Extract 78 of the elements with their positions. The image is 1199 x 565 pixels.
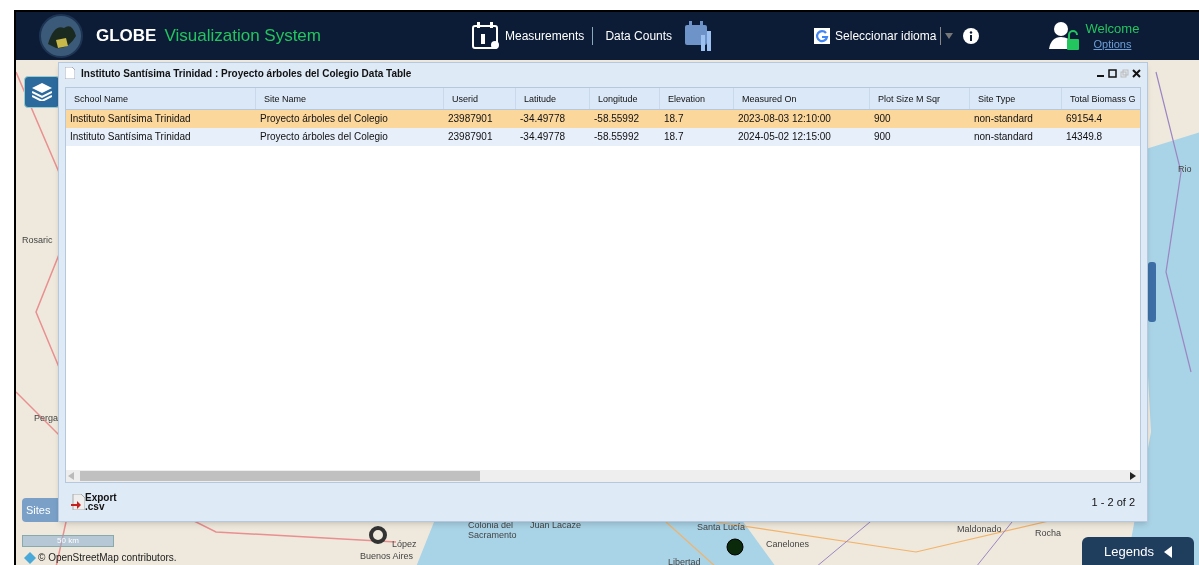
- table-cell-text: 900: [873, 112, 892, 126]
- close-icon[interactable]: [1132, 68, 1141, 78]
- column-header[interactable]: Measured On: [734, 88, 870, 109]
- diamond-icon: [24, 552, 36, 564]
- dropdown-caret-icon[interactable]: [945, 33, 954, 39]
- map-label: Rio: [1178, 165, 1192, 174]
- table-row[interactable]: Instituto Santísima Trinidad Proyecto árboles del Colegio 23987901 -34.49778 -58.55992 18.7 2024-05-02 12:15:00 900 non-standard 14349.8: [66, 128, 1140, 146]
- map-attribution: © OpenStreetMap contributors.: [38, 552, 177, 564]
- column-header[interactable]: Elevation: [660, 88, 734, 109]
- caret-left-icon: [1163, 546, 1172, 558]
- table-row[interactable]: Instituto Santísima Trinidad Proyecto árboles del Colegio 23987901 -34.49778 -58.55992 18.7 2023-08-03 12:10:00 900 non-standard 69154.4: [66, 110, 1140, 128]
- pager-text: 1 - 2 of 2: [1091, 494, 1135, 510]
- map-label: Sacramento: [468, 531, 517, 540]
- user-lock-icon[interactable]: [1049, 21, 1082, 51]
- table-cell-text: 69154.4: [1065, 112, 1104, 126]
- nav-link[interactable]: Data Counts: [601, 27, 677, 45]
- export-csv-button[interactable]: Export .csv: [71, 493, 117, 511]
- map-label: Colonia del: [468, 521, 514, 530]
- horizontal-scrollbar[interactable]: [66, 470, 1140, 482]
- globe-logo-icon: [38, 14, 84, 58]
- table-cell-text: Proyecto árboles del Colegio: [259, 130, 389, 144]
- map-label: López: [392, 540, 417, 549]
- table-cell-text: 18.7: [663, 130, 685, 144]
- map-label: Juan Lacaze: [530, 521, 582, 530]
- table-cell-text: -58.55992: [593, 112, 641, 126]
- layers-button[interactable]: [24, 76, 60, 108]
- table-cell-text: 2024-05-02 12:15:00: [737, 130, 832, 144]
- column-header[interactable]: Site Name: [256, 88, 444, 109]
- table-cell-text: -34.49778: [519, 112, 567, 126]
- table-cell-text: 900: [873, 130, 892, 144]
- map-label: Canelones: [766, 540, 810, 549]
- column-header[interactable]: Latitude: [516, 88, 590, 109]
- app-subtitle: Visualization System: [164, 25, 321, 48]
- table-cell-text: non-standard: [973, 130, 1034, 144]
- table-cell-text: 2023-08-03 12:10:00: [737, 112, 832, 126]
- column-header[interactable]: Plot Size M Sqr: [870, 88, 970, 109]
- table-cell-text: non-standard: [973, 112, 1034, 126]
- table-cell-text: 23987901: [447, 130, 494, 144]
- column-header[interactable]: Longitude: [590, 88, 660, 109]
- slider-track[interactable]: [1148, 262, 1156, 322]
- nav-link[interactable]: Measurements: [501, 27, 594, 45]
- table-cell-text: Instituto Santísima Trinidad: [69, 112, 192, 126]
- welcome-text: Welcome: [1085, 22, 1140, 35]
- map-label: Perga: [34, 414, 59, 423]
- map-label: Rosaric: [22, 236, 53, 245]
- table-cell-text: Instituto Santísima Trinidad: [69, 130, 192, 144]
- map-label: Buenos Aires: [360, 552, 414, 561]
- file-export-icon: [71, 494, 85, 510]
- info-icon[interactable]: [963, 28, 980, 44]
- language-select[interactable]: Seleccionar idioma: [835, 27, 942, 45]
- window-title: Instituto Santísima Trinidad : Proyecto árboles del Colegio Data Table: [81, 66, 412, 81]
- scrollbar-thumb[interactable]: [80, 471, 480, 481]
- map-label: Rocha: [1035, 529, 1061, 538]
- table-cell-text: -58.55992: [593, 130, 641, 144]
- table-cell-text: 14349.8: [1065, 130, 1104, 144]
- column-header[interactable]: Userid: [444, 88, 516, 109]
- brand-title: GLOBE: [96, 25, 157, 48]
- calendar-thermometer-icon: [471, 21, 501, 51]
- map-label: Maldonado: [957, 525, 1002, 534]
- scale-bar: 50 km: [22, 535, 114, 547]
- scroll-right-icon[interactable]: [1130, 472, 1136, 480]
- table-cell-text: -34.49778: [519, 130, 567, 144]
- google-g-icon: [814, 28, 831, 44]
- column-header[interactable]: Site Type: [970, 88, 1062, 109]
- document-icon: [65, 67, 75, 79]
- map-label: Libertad: [668, 558, 701, 565]
- map-label: Santa Lucía: [697, 523, 746, 532]
- table-cell-text: 18.7: [663, 112, 685, 126]
- loading-ring-icon: [368, 525, 388, 545]
- options-link[interactable]: Options: [1093, 39, 1132, 50]
- layers-icon: [32, 83, 52, 101]
- site-marker-icon[interactable]: [726, 538, 744, 556]
- legends-button[interactable]: Legends: [1082, 537, 1194, 565]
- column-header[interactable]: School Name: [66, 88, 256, 109]
- column-header[interactable]: Total Biomass G: [1062, 88, 1140, 109]
- table-cell-text: 23987901: [447, 112, 494, 126]
- table-cell-text: Proyecto árboles del Colegio: [259, 112, 389, 126]
- maximize-icon[interactable]: [1108, 68, 1117, 78]
